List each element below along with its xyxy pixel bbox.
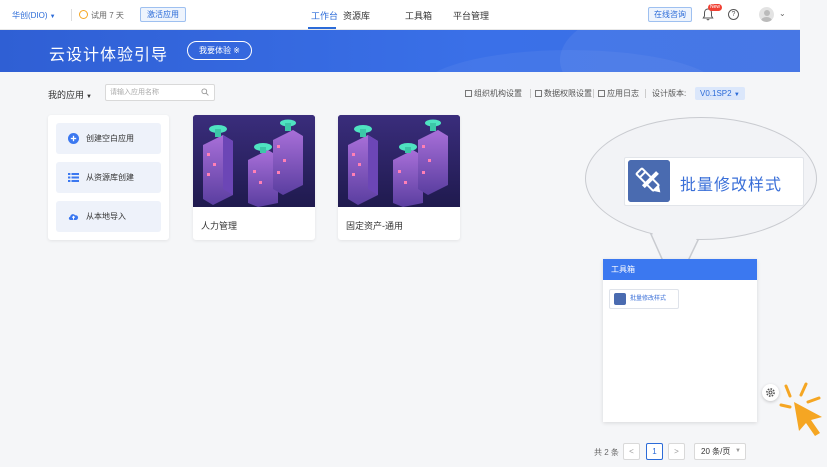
app-card[interactable]: 固定资产-通用 xyxy=(338,115,460,240)
create-blank-label: 创建空白应用 xyxy=(86,134,134,143)
divider xyxy=(530,89,531,98)
top-navigation-bar: 华创(DIO) ▼ 试用 7 天 激活应用 工作台 资源库 工具箱 平台管理 在线… xyxy=(0,0,800,30)
tab-workbench[interactable]: 工作台 xyxy=(311,9,338,22)
divider xyxy=(645,89,646,98)
toolbox-title: 工具箱 xyxy=(603,259,757,280)
app-log-link[interactable]: 应用日志 xyxy=(598,88,639,99)
app-card[interactable]: 人力管理 xyxy=(193,115,315,240)
my-apps-label: 我的应用 xyxy=(48,90,85,100)
link-label: 数据权限设置 xyxy=(544,89,592,98)
create-app-card: 创建空白应用 从资源库创建 从本地导入 xyxy=(48,115,169,240)
search-icon[interactable] xyxy=(201,88,209,96)
caret-down-icon: ▼ xyxy=(49,14,56,20)
org-selector[interactable]: 华创(DIO) ▼ xyxy=(12,10,56,21)
plus-circle-icon xyxy=(68,133,79,144)
link-label: 组织机构设置 xyxy=(474,89,522,98)
tool-label: 批量修改样式 xyxy=(630,296,667,302)
chevron-down-icon[interactable]: ⌄ xyxy=(779,9,786,18)
tab-platform-management[interactable]: 平台管理 xyxy=(453,9,489,22)
banner-title: 云设计体验引导 xyxy=(49,47,169,64)
next-page-button[interactable]: > xyxy=(668,443,685,460)
import-local-label: 从本地导入 xyxy=(86,212,126,221)
divider xyxy=(71,9,72,21)
divider xyxy=(593,89,594,98)
my-apps-dropdown[interactable]: 我的应用 ▼ xyxy=(48,88,92,101)
online-consult-button[interactable]: 在线咨询 xyxy=(648,7,692,22)
trial-text: 试用 7 天 xyxy=(91,11,124,20)
toolbox-panel: 工具箱 批量修改样式 xyxy=(603,259,757,422)
gear-icon xyxy=(766,388,775,397)
list-icon xyxy=(68,173,79,182)
org-name: 华创(DIO) xyxy=(12,11,48,20)
callout-label: 批量修改样式 xyxy=(680,177,783,194)
cloud-upload-icon xyxy=(68,214,79,220)
app-name: 人力管理 xyxy=(201,221,238,231)
pagination-total: 共 2 条 xyxy=(594,448,619,457)
caret-down-icon: ▼ xyxy=(733,92,740,98)
help-icon[interactable]: ? xyxy=(728,9,739,20)
permission-icon xyxy=(535,90,542,97)
link-label: 应用日志 xyxy=(607,89,639,98)
org-settings-link[interactable]: 组织机构设置 xyxy=(465,88,522,99)
settings-float-button[interactable] xyxy=(762,384,779,401)
log-icon xyxy=(598,90,605,97)
prev-page-button[interactable]: < xyxy=(623,443,640,460)
create-from-library-button[interactable]: 从资源库创建 xyxy=(56,162,161,193)
page-size-value: 20 条/页 xyxy=(701,447,731,456)
caret-down-icon: ▼ xyxy=(86,94,92,100)
trial-status: 试用 7 天 xyxy=(79,10,124,21)
brush-edit-icon xyxy=(628,160,670,202)
activate-app-button[interactable]: 激活应用 xyxy=(140,7,186,22)
tab-resource-library[interactable]: 资源库 xyxy=(343,9,370,22)
data-permission-link[interactable]: 数据权限设置 xyxy=(535,88,592,99)
page-size-selector[interactable]: 20 条/页 ▼ xyxy=(694,443,746,460)
app-thumbnail-image xyxy=(338,115,460,207)
app-search-box xyxy=(105,84,215,101)
create-blank-app-button[interactable]: 创建空白应用 xyxy=(56,123,161,154)
avatar[interactable] xyxy=(759,7,774,22)
import-local-button[interactable]: 从本地导入 xyxy=(56,201,161,232)
create-from-library-label: 从资源库创建 xyxy=(86,173,134,182)
try-now-button[interactable]: 我要体验 ※ xyxy=(187,41,252,60)
batch-modify-style-tool[interactable]: 批量修改样式 xyxy=(609,289,679,309)
version-selector[interactable]: V0.1SP2 ▼ xyxy=(695,87,745,100)
version-label: 设计版本: xyxy=(652,89,687,98)
guide-banner: 云设计体验引导 我要体验 ※ xyxy=(0,30,800,72)
active-tab-indicator xyxy=(308,27,336,29)
caret-down-icon: ▼ xyxy=(735,448,741,454)
tab-toolbox[interactable]: 工具箱 xyxy=(405,9,432,22)
brush-edit-icon xyxy=(614,293,626,305)
app-thumbnail-image xyxy=(193,115,315,207)
new-badge: New xyxy=(708,4,723,11)
org-icon xyxy=(465,90,472,97)
search-input[interactable] xyxy=(110,87,198,98)
version-value: V0.1SP2 xyxy=(700,89,732,98)
page-number-button[interactable]: 1 xyxy=(646,443,663,460)
clock-icon xyxy=(79,10,88,19)
app-name: 固定资产-通用 xyxy=(346,221,403,231)
